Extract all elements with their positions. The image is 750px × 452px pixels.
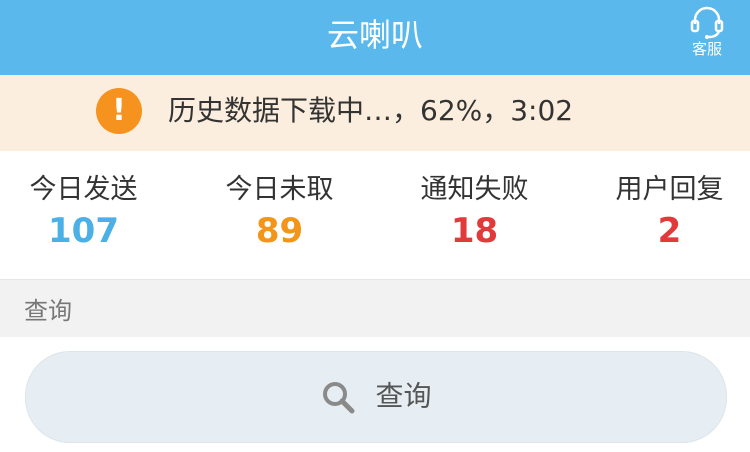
stat-today-sent[interactable]: 今日发送 107 [0,151,177,251]
stat-user-reply[interactable]: 用户回复 2 [576,151,750,251]
customer-service-button[interactable]: 客服 [682,2,732,64]
exclamation-icon: ! [96,88,142,134]
query-section-title: 查询 [24,297,72,325]
download-progress-banner: ! 历史数据下载中…，62%，3:02 [0,75,750,151]
stat-today-unpicked[interactable]: 今日未取 89 [186,151,373,251]
app-header: 云喇叭 客服 [0,0,750,75]
stat-label: 今日发送 [29,174,138,205]
search-area: 查询 [0,337,750,452]
stat-label: 今日未取 [225,174,334,205]
search-icon [323,381,355,413]
stat-value: 89 [255,211,304,251]
app-title: 云喇叭 [326,16,423,54]
query-button[interactable]: 查询 [25,351,727,443]
stat-label: 通知失败 [420,174,529,205]
customer-service-label: 客服 [691,40,722,58]
query-button-content: 查询 [26,352,726,442]
stat-value: 18 [450,211,499,251]
headset-icon [690,6,724,39]
download-progress-message: 历史数据下载中…，62%，3:02 [168,94,574,127]
stats-panel: 今日发送 107 今日未取 89 通知失败 18 用户回复 2 [0,151,750,280]
stat-label: 用户回复 [615,174,724,205]
stat-value: 107 [48,211,119,251]
query-section-header: 查询 [0,281,750,337]
stat-notify-failed[interactable]: 通知失败 18 [381,151,568,251]
stat-value: 2 [657,211,682,251]
query-button-label: 查询 [375,379,432,413]
